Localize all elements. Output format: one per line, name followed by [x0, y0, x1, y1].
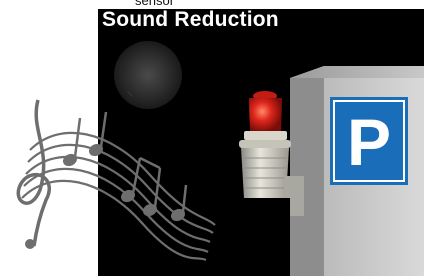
moon-icon: [114, 41, 182, 109]
parking-letter: P: [347, 105, 391, 179]
scene-illustration: P: [16, 41, 424, 276]
music-notes-icon: [16, 99, 216, 262]
parking-sign-icon: P: [330, 97, 408, 185]
